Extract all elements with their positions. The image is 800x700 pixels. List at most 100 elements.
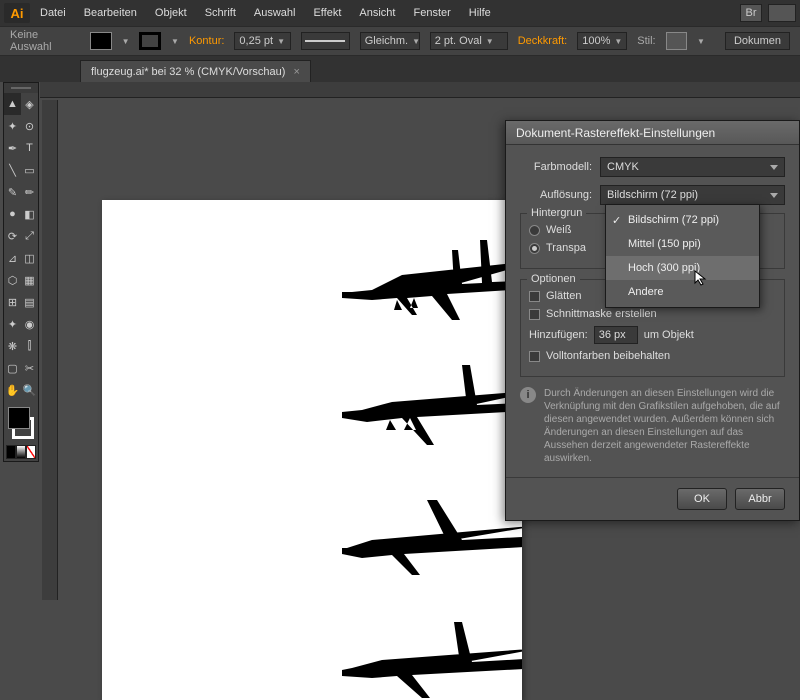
add-pixels-input[interactable]: 36 px [594,326,638,344]
line-tool[interactable]: ╲ [4,159,21,181]
radio-icon [529,225,540,236]
clipmask-check-row[interactable]: Schnittmaske erstellen [529,308,776,320]
stroke-style-select[interactable]: Gleichm.▼ [360,32,420,50]
menu-fenster[interactable]: Fenster [405,3,458,23]
resolution-value: Bildschirm (72 ppi) [607,189,698,201]
dropdown-item-other[interactable]: Andere [606,280,759,304]
airplane-silhouette-1 [342,240,522,330]
color-mode-none[interactable] [26,445,36,459]
width-tool[interactable]: ⊿ [4,247,21,269]
cancel-button[interactable]: Abbr [735,488,785,510]
main-menu-bar: Ai Datei Bearbeiten Objekt Schrift Auswa… [0,0,800,26]
ruler-horizontal[interactable] [40,82,800,98]
raster-effects-dialog: Dokument-Rastereffekt-Einstellungen Farb… [505,120,800,521]
pencil-tool[interactable]: ✏ [21,181,38,203]
menu-schrift[interactable]: Schrift [197,3,244,23]
selection-tool[interactable]: ▲ [4,93,21,115]
color-mode-solid[interactable] [6,445,16,459]
stroke-swatch[interactable] [139,32,161,50]
hand-tool[interactable]: ✋ [4,379,21,401]
stroke-width-value: 0,25 pt [239,35,273,47]
graph-tool[interactable]: ⫿ [21,335,38,357]
color-mode-row [6,445,36,459]
shape-builder-tool[interactable]: ⬡ [4,269,21,291]
artboard-tool[interactable]: ▢ [4,357,21,379]
info-row: i Durch Änderungen an diesen Einstellung… [520,387,785,465]
radio-icon [529,243,540,254]
brush-select[interactable]: 2 pt. Oval▼ [430,32,508,50]
airplane-silhouette-4 [342,620,522,700]
stroke-width-input[interactable]: 0,25 pt▼ [234,32,291,50]
graphic-style-swatch[interactable] [666,32,687,50]
color-mode-gradient[interactable] [16,445,26,459]
blend-tool[interactable]: ◉ [21,313,38,335]
menu-objekt[interactable]: Objekt [147,3,195,23]
stroke-dropdown-arrow[interactable]: ▼ [171,37,179,46]
menu-ansicht[interactable]: Ansicht [351,3,403,23]
lasso-tool[interactable]: ⊙ [21,115,38,137]
opacity-label[interactable]: Deckkraft: [518,35,568,47]
document-tab[interactable]: flugzeug.ai* bei 32 % (CMYK/Vorschau) × [80,60,311,82]
rotate-tool[interactable]: ⟳ [4,225,21,247]
opacity-input[interactable]: 100%▼ [577,32,627,50]
menu-bearbeiten[interactable]: Bearbeiten [76,3,145,23]
menu-datei[interactable]: Datei [32,3,74,23]
dialog-buttons: OK Abbr [506,477,799,520]
spotcolor-check-row[interactable]: Volltonfarben beibehalten [529,350,776,362]
checkbox-icon [529,351,540,362]
fill-color-box[interactable] [8,407,30,429]
dropdown-item-300ppi[interactable]: Hoch (300 ppi) [606,256,759,280]
dropdown-item-150ppi[interactable]: Mittel (150 ppi) [606,232,759,256]
stroke-profile[interactable] [301,32,350,50]
free-transform-tool[interactable]: ◫ [21,247,38,269]
mesh-tool[interactable]: ⊞ [4,291,21,313]
paintbrush-tool[interactable]: ✎ [4,181,21,203]
artboard[interactable] [102,200,522,700]
scale-tool[interactable]: ⤢ [21,225,38,247]
type-tool[interactable]: T [21,137,38,159]
style-label: Stil: [637,35,655,47]
menu-auswahl[interactable]: Auswahl [246,3,304,23]
slice-tool[interactable]: ✂ [21,357,38,379]
tools-grip[interactable] [4,83,38,93]
airplane-silhouette-3 [342,500,522,580]
antialias-label: Glätten [546,290,581,302]
perspective-tool[interactable]: ▦ [21,269,38,291]
direct-selection-tool[interactable]: ◈ [21,93,38,115]
fill-stroke-indicator[interactable] [6,405,36,441]
zoom-tool[interactable]: 🔍 [21,379,38,401]
ruler-vertical[interactable] [42,100,58,600]
add-suffix: um Objekt [644,329,694,341]
stroke-label[interactable]: Kontur: [189,35,224,47]
dialog-title-bar[interactable]: Dokument-Rastereffekt-Einstellungen [506,121,799,145]
tab-close-icon[interactable]: × [293,66,299,78]
blob-brush-tool[interactable]: ● [4,203,21,225]
color-model-value: CMYK [607,161,639,173]
fill-swatch[interactable] [90,32,111,50]
document-setup-button[interactable]: Dokumen [725,32,790,50]
control-bar: Keine Auswahl ▼ ▼ Kontur: 0,25 pt▼ Gleic… [0,26,800,56]
magic-wand-tool[interactable]: ✦ [4,115,21,137]
menu-effekt[interactable]: Effekt [305,3,349,23]
clipmask-label: Schnittmaske erstellen [546,308,657,320]
info-icon: i [520,387,536,403]
pen-tool[interactable]: ✒ [4,137,21,159]
rectangle-tool[interactable]: ▭ [21,159,38,181]
resolution-select[interactable]: Bildschirm (72 ppi) [600,185,785,205]
bridge-button[interactable]: Br [740,4,762,22]
style-dropdown-arrow[interactable]: ▼ [697,37,705,46]
dropdown-item-72ppi[interactable]: Bildschirm (72 ppi) [606,208,759,232]
eraser-tool[interactable]: ◧ [21,203,38,225]
document-tab-title: flugzeug.ai* bei 32 % (CMYK/Vorschau) [91,66,285,78]
opacity-value: 100% [582,35,610,47]
chevron-down-icon [770,193,778,198]
gradient-tool[interactable]: ▤ [21,291,38,313]
color-model-select[interactable]: CMYK [600,157,785,177]
symbol-sprayer-tool[interactable]: ❋ [4,335,21,357]
menu-hilfe[interactable]: Hilfe [461,3,499,23]
arrange-button[interactable] [768,4,796,22]
airplane-silhouette-2 [342,360,522,450]
ok-button[interactable]: OK [677,488,727,510]
fill-dropdown-arrow[interactable]: ▼ [122,37,130,46]
eyedropper-tool[interactable]: ✦ [4,313,21,335]
